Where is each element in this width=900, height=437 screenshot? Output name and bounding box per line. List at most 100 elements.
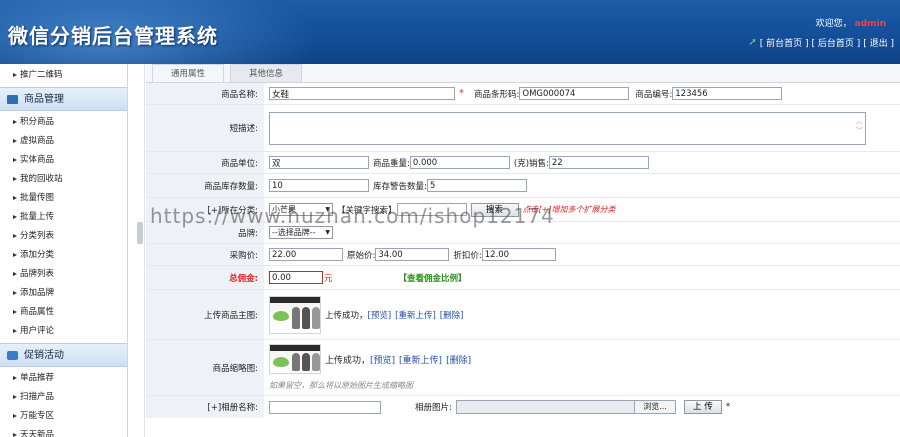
code-label: 商品编号: — [635, 89, 673, 100]
thumb-note: 如果留空，那么将以原始图片生成缩略图 — [269, 381, 413, 390]
album-name-label[interactable]: [+]相册名称: — [146, 396, 264, 418]
sidebar-divider — [135, 64, 145, 437]
sidebar-item[interactable]: 商品属性 — [0, 303, 127, 322]
commission-ratio-link[interactable]: 【查看佣金比例】 — [399, 272, 467, 284]
sidebar-item[interactable]: 积分商品 — [0, 113, 127, 132]
admin-home-link[interactable]: [ 后台首页 ] — [812, 36, 861, 49]
thumb-reupload-link[interactable]: [重新上传] — [399, 353, 442, 366]
sales-label: 销售: — [529, 158, 549, 169]
name-field-group: * 商品条形码: 商品编号: — [264, 83, 900, 104]
sidebar-item[interactable]: 添加品牌 — [0, 284, 127, 303]
username: admin — [854, 19, 886, 29]
purchase-label: 采购价: — [146, 244, 264, 265]
weight-input[interactable] — [409, 156, 510, 169]
album-image-label: 相册图片: — [415, 403, 452, 413]
album-file-input[interactable]: 浏览... — [455, 400, 676, 414]
thumb-preview-link[interactable]: [预览] — [370, 353, 395, 366]
sidebar-group-promotion[interactable]: 促销活动 — [0, 343, 127, 367]
required-star: * — [459, 88, 464, 99]
sidebar-item[interactable]: 分类列表 — [0, 227, 127, 246]
original-label: 原始价: — [347, 250, 376, 261]
unit-label: 商品单位: — [146, 152, 264, 173]
code-input[interactable] — [672, 87, 783, 100]
keyword-input[interactable] — [396, 203, 467, 216]
reupload-link[interactable]: [重新上传] — [395, 309, 436, 321]
sidebar-item[interactable]: 批量传图 — [0, 189, 127, 208]
brief-textarea[interactable]: ︿ ﹀ — [269, 111, 866, 145]
form-row-album: [+]相册名称: 相册图片: 浏览... 上 传 * — [146, 396, 900, 418]
sidebar-item-qrcode[interactable]: 推广二维码 — [0, 66, 127, 85]
sidebar-item[interactable]: 品牌列表 — [0, 265, 127, 284]
sidebar-item[interactable]: 实体商品 — [0, 151, 127, 170]
brand-field-group: --选择品牌-- ▼ — [264, 222, 900, 243]
goods-folder-icon — [7, 95, 18, 104]
main-image-thumbnail — [269, 295, 321, 334]
thumb-leaf — [273, 357, 289, 367]
sidebar-group-label: 商品管理 — [24, 94, 64, 105]
thumb-image — [269, 344, 321, 374]
brand-select-value: --选择品牌-- — [272, 228, 316, 237]
form-row-name: 商品名称: * 商品条形码: 商品编号: — [146, 83, 900, 105]
sidebar: 推广二维码 商品管理 积分商品 虚拟商品 实体商品 我的回收站 批量传图 批量上… — [0, 64, 128, 437]
category-label[interactable]: [+]所在分类: — [146, 198, 264, 221]
delete-link[interactable]: [删除] — [440, 309, 464, 321]
discount-input[interactable] — [481, 248, 556, 261]
keyword-label: 【关键字搜索】 — [337, 205, 397, 216]
form-row-category: [+]所在分类: 小芒果 ▼ 【关键字搜索】 搜索 点击[+]增加多个扩展分类 — [146, 198, 900, 222]
sidebar-item[interactable]: 扫描产品 — [0, 388, 127, 407]
sidebar-item[interactable]: 单品推荐 — [0, 369, 127, 388]
stock-input[interactable] — [269, 179, 369, 192]
warn-input[interactable] — [426, 179, 527, 192]
sidebar-item[interactable]: 用户评论 — [0, 322, 127, 341]
sidebar-item[interactable]: 添加分类 — [0, 246, 127, 265]
thumb-leaf — [273, 310, 289, 321]
tab-other-info[interactable]: 其他信息 — [230, 64, 302, 82]
sidebar-item[interactable]: 万能专区 — [0, 407, 127, 426]
upload-button[interactable]: 上 传 — [683, 400, 722, 414]
purchase-input[interactable] — [269, 248, 343, 261]
stock-label: 商品库存数量: — [146, 174, 264, 197]
main-image-label: 上传商品主图: — [146, 290, 264, 339]
album-name-input[interactable] — [269, 400, 381, 414]
chevron-down-icon: ▼ — [325, 229, 330, 236]
name-input[interactable] — [269, 87, 455, 100]
sales-input[interactable] — [548, 156, 649, 169]
weight-unit: (克) — [513, 158, 530, 169]
name-label: 商品名称: — [146, 83, 264, 104]
preview-link[interactable]: [预览] — [368, 309, 392, 321]
album-field-group: 相册图片: 浏览... 上 传 * — [264, 396, 900, 418]
sidebar-item[interactable]: 批量上传 — [0, 208, 127, 227]
form-row-commission: 总佣金: 元 【查看佣金比例】 — [146, 266, 900, 290]
front-home-link[interactable]: [ 前台首页 ] — [760, 36, 809, 49]
sidebar-item[interactable]: 我的回收站 — [0, 170, 127, 189]
sidebar-group-goods[interactable]: 商品管理 — [0, 87, 127, 111]
barcode-input[interactable] — [519, 87, 630, 100]
thumb-delete-link[interactable]: [删除] — [446, 353, 471, 366]
form-row-brand: 品牌: --选择品牌-- ▼ — [146, 222, 900, 244]
thumb-bar — [270, 296, 320, 303]
price-field-group: 原始价: 折扣价: — [264, 244, 900, 265]
original-input[interactable] — [375, 248, 450, 261]
unit-input[interactable] — [269, 156, 369, 169]
home-arrow-icon: ➚ — [748, 37, 757, 48]
thumb-shoe — [292, 353, 300, 371]
brand-select[interactable]: --选择品牌-- ▼ — [269, 226, 333, 239]
thumb-row: 上传成功， [预览] [重新上传] [删除] — [269, 344, 900, 374]
commission-input[interactable] — [269, 271, 323, 284]
collapse-handle-icon[interactable] — [137, 222, 143, 244]
form-row-stock: 商品库存数量: 库存警告数量: — [146, 174, 900, 198]
thumb-shoe — [312, 306, 320, 329]
tab-bar: 通用属性 其他信息 — [146, 64, 900, 83]
form-row-main-image: 上传商品主图: 上传成功， [预览] [重新上传] [删除] — [146, 290, 900, 340]
browse-button[interactable]: 浏览... — [634, 401, 675, 413]
search-button[interactable]: 搜索 — [470, 202, 519, 217]
category-select[interactable]: 小芒果 ▼ — [269, 203, 333, 216]
tab-general[interactable]: 通用属性 — [152, 64, 224, 82]
upload-success-text: 上传成功， — [325, 310, 368, 321]
commission-label: 总佣金: — [146, 266, 264, 289]
sidebar-item[interactable]: 天天新品 — [0, 426, 127, 437]
main-image-field-group: 上传成功， [预览] [重新上传] [删除] — [264, 290, 900, 339]
sidebar-item[interactable]: 虚拟商品 — [0, 132, 127, 151]
logout-link[interactable]: [ 退出 ] — [863, 36, 894, 49]
welcome-text: 欢迎您， admin — [816, 16, 886, 29]
